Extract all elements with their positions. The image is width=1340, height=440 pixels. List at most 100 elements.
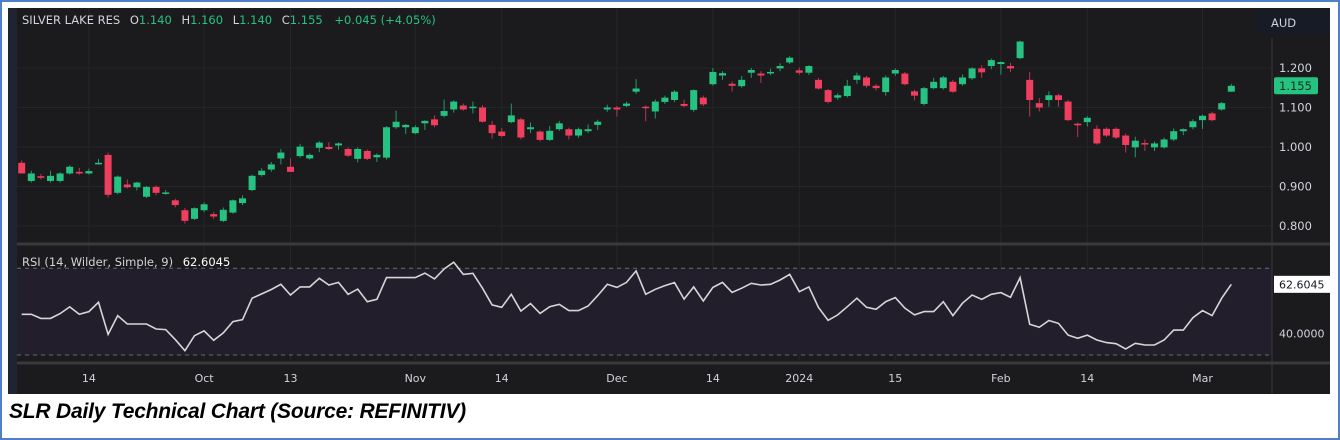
candle-body [853,75,861,80]
candle-body [239,198,246,204]
close-label: C [282,13,290,27]
candle [383,126,390,160]
time-tick-label: Feb [991,372,1010,385]
symbol-name: SILVER LAKE RES [22,13,120,27]
candle-body [1103,128,1110,136]
candle [344,147,352,157]
candle [661,95,669,104]
candle [1007,62,1014,72]
candle-body [527,127,534,130]
candle [632,79,640,95]
time-tick-label: 14 [706,372,720,385]
candle [287,158,294,172]
time-tick-label: 14 [495,372,509,385]
candle-body [1122,135,1130,146]
candle-body [1074,123,1082,126]
candle [296,143,304,158]
candle-body [939,77,947,89]
candle [911,89,918,101]
candle-body [1064,101,1072,121]
currency-label: AUD [1271,16,1296,30]
candle-body [930,81,938,89]
candle [421,120,429,131]
candle [930,77,938,90]
candle [891,68,899,76]
candle-body [181,210,189,221]
time-tick-label: 2024 [785,372,813,385]
price-tick-label: 1.000 [1279,140,1312,154]
candle-body [757,73,765,76]
candle-body [1016,41,1024,59]
candle [565,127,573,140]
candle [1074,122,1082,138]
candle-body [56,173,64,181]
candle-body [325,147,333,149]
candle [776,63,784,72]
candle [1055,93,1062,107]
candle-body [776,66,784,69]
time-tick-label: Mar [1192,372,1213,385]
candle-body [440,111,448,116]
candle-body [997,62,1005,65]
candle-body [594,121,602,125]
candle [133,181,141,191]
candle [47,170,54,183]
candle-body [315,142,323,148]
candle-body [248,175,256,191]
candle-body [623,103,630,106]
candle-body [978,68,986,73]
candle [37,173,45,180]
candle [95,158,102,165]
candle [728,81,736,92]
candle [1045,91,1053,107]
candle [469,101,477,114]
candle [335,142,342,150]
candle-body [603,107,611,110]
candle [613,105,621,117]
candle [767,68,774,76]
candle [1122,133,1130,153]
candle [853,72,861,84]
candle-body [517,119,525,138]
candle [1016,40,1024,60]
candle-body [747,69,755,73]
candle-body [344,148,352,156]
candle [239,195,246,206]
currency-button[interactable]: AUD [1256,10,1330,34]
open-value: 1.140 [139,13,172,27]
candle [162,190,170,195]
legend-ohlc: SILVER LAKE RES O1.140 H1.160 L1.140 C1.… [22,13,436,27]
candle [872,84,880,91]
candle [479,105,486,123]
candle [114,175,122,195]
candle [1227,83,1235,92]
last-price-label: 1.155 [1279,79,1312,93]
last-price-marker: 1.155 [1274,77,1318,95]
candle [200,202,208,213]
candle [843,79,851,98]
candle-body [296,146,304,157]
candle-body [901,73,909,85]
candle [584,124,592,134]
candle [1083,116,1091,127]
open-label: O [130,13,139,27]
candle [815,77,822,90]
chart-container: 1.200 1.100 1.000 0.900 0.800 14 Oct 13 Nov 14 De… [8,8,1330,394]
candle-body [690,90,698,110]
figure-caption: SLR Daily Technical Chart (Source: REFIN… [9,400,466,423]
candle [363,149,371,161]
candle-body [671,91,678,100]
time-tick-label: 14 [1080,372,1094,385]
candle-body [277,152,285,159]
candle [824,88,832,104]
candle [536,130,544,142]
candle-body [488,124,496,134]
candle-body [1218,103,1226,110]
candle [1093,125,1101,145]
candle [1179,128,1187,136]
candle [431,115,438,128]
time-axis[interactable]: 14 Oct 13 Nov 14 Dec 14 2024 15 Feb 14 Mar [82,372,1213,385]
candle-body [191,208,198,219]
candle-body [1131,140,1139,148]
candle [440,99,448,118]
